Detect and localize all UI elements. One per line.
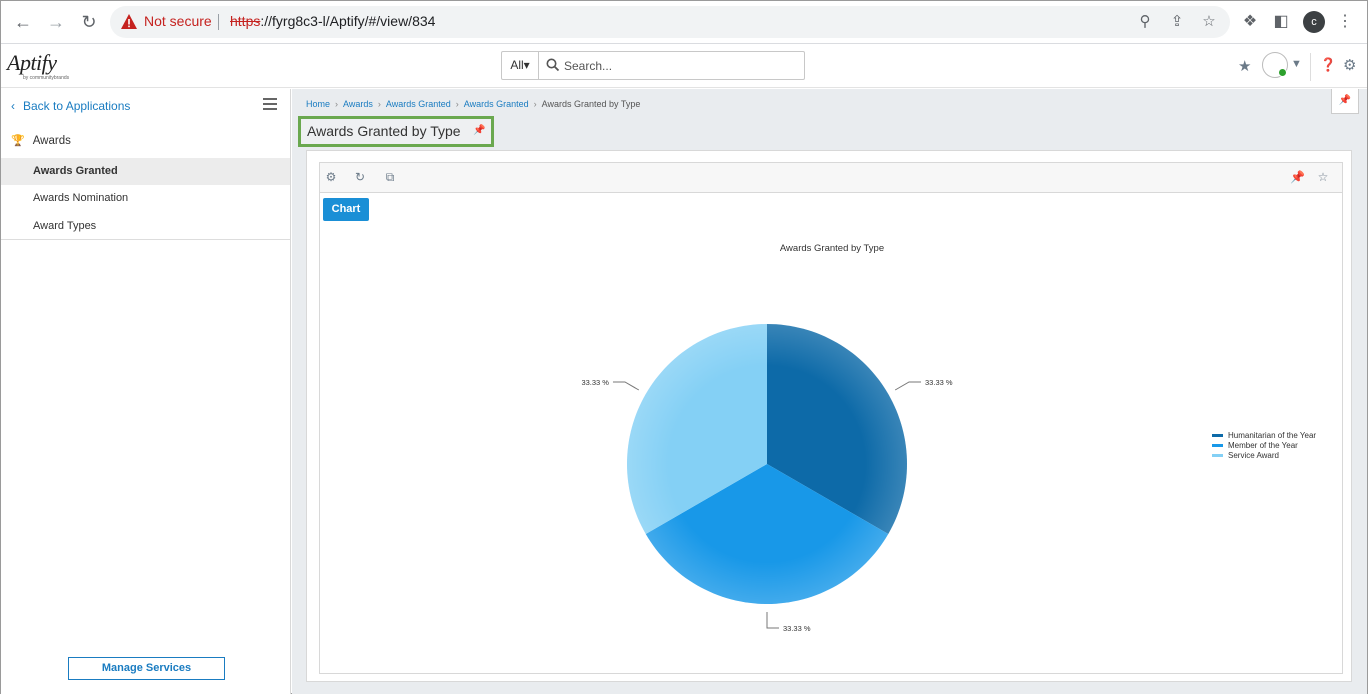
copy-icon[interactable]: ⧉	[383, 170, 397, 184]
pie-label-leader-0	[894, 381, 922, 391]
share-icon[interactable]: ⇪	[1167, 12, 1187, 32]
user-menu-chevron-icon[interactable]: ▼	[1291, 58, 1302, 70]
sidebar-item-award-types[interactable]: Award Types	[1, 213, 290, 240]
pie-data-label-0: 33.33 %	[925, 378, 953, 387]
search-icon	[546, 58, 560, 72]
sidebar-divider	[1, 239, 290, 240]
omnibox-divider	[218, 14, 219, 30]
search-input[interactable]	[564, 56, 794, 75]
breadcrumb-separator-icon: ›	[455, 99, 459, 109]
main-content: Home › Awards › Awards Granted › Awards Grante…	[292, 89, 1367, 694]
breadcrumb-home[interactable]: Home	[306, 99, 330, 109]
online-status-icon	[1278, 68, 1287, 77]
profile-avatar[interactable]: c	[1303, 11, 1325, 33]
zoom-icon[interactable]: ⚲	[1135, 12, 1155, 32]
legend-item-2[interactable]: Service Award	[1228, 451, 1279, 460]
toolbar-pin-icon[interactable]: 📌	[1290, 170, 1305, 184]
warning-icon	[121, 14, 137, 29]
legend-swatch-1	[1212, 444, 1223, 447]
url-text[interactable]: https://fyrg8c3-l/Aptify/#/view/834	[230, 13, 435, 29]
pie-chart: Awards Granted by Type 33.33 % 33.33 % 33.…	[581, 243, 1316, 633]
side-panel-icon[interactable]: ◧	[1270, 11, 1292, 33]
bookmark-star-icon[interactable]: ☆	[1199, 12, 1219, 32]
breadcrumb-awards-granted[interactable]: Awards Granted	[386, 99, 451, 109]
favorites-star-icon[interactable]: ★	[1238, 57, 1251, 75]
pin-view-icon[interactable]: 📌	[1331, 89, 1359, 114]
toolbar-star-icon[interactable]: ☆	[1316, 170, 1330, 184]
breadcrumb-awards[interactable]: Awards	[343, 99, 373, 109]
breadcrumb-awards-granted-2[interactable]: Awards Granted	[464, 99, 529, 109]
aptify-logo[interactable]: Aptify	[7, 50, 57, 76]
title-pin-icon[interactable]: 📌	[473, 125, 485, 136]
not-secure-label[interactable]: Not secure	[144, 13, 212, 29]
browser-toolbar: ← → ↻ Not secure https://fyrg8c3-l/Aptif…	[1, 1, 1367, 44]
sidebar-section-awards[interactable]: 🏆 Awards	[11, 134, 71, 147]
chart-container: ⚙ ↻ ⧉ 📌 ☆ Chart Awards Granted by Type 3…	[319, 162, 1343, 674]
chevron-left-icon: ‹	[11, 99, 15, 113]
trophy-icon: 🏆	[11, 135, 25, 147]
sidebar-item-awards-nomination[interactable]: Awards Nomination	[1, 185, 290, 212]
sidebar-section-label: Awards	[32, 135, 71, 147]
back-arrow-icon[interactable]: ←	[11, 10, 35, 34]
forward-arrow-icon[interactable]: →	[44, 10, 68, 34]
search-scope-dropdown[interactable]: All▾	[502, 52, 539, 79]
sidebar: ‹ Back to Applications 🏆 Awards Awards Gra…	[1, 89, 291, 694]
search-box: All▾	[501, 51, 805, 80]
pie-label-leader-2	[612, 381, 640, 391]
reload-icon[interactable]: ↻	[77, 10, 101, 34]
view-settings-gear-icon[interactable]: ⚙	[324, 170, 338, 184]
legend-swatch-0	[1212, 434, 1223, 437]
app-header: Aptify by communitybrands All▾ ★ ▼ ❓ ⚙	[1, 44, 1367, 88]
url-scheme: https	[230, 13, 261, 29]
pie-shading	[627, 324, 907, 604]
pie-data-label-2: 33.33 %	[581, 378, 609, 387]
view-toolbar: ⚙ ↻ ⧉ 📌 ☆	[320, 163, 1342, 193]
breadcrumb: Home › Awards › Awards Granted › Awards Grante…	[306, 99, 640, 109]
breadcrumb-separator-icon: ›	[533, 99, 537, 109]
help-icon[interactable]: ❓	[1320, 57, 1336, 73]
breadcrumb-separator-icon: ›	[377, 99, 381, 109]
hamburger-menu-icon[interactable]	[263, 98, 277, 110]
more-menu-icon[interactable]: ⋮	[1334, 11, 1356, 33]
breadcrumb-current: Awards Granted by Type	[541, 99, 641, 109]
extensions-icon[interactable]: ❖	[1239, 11, 1261, 33]
sidebar-item-awards-granted[interactable]: Awards Granted	[1, 158, 290, 185]
url-path: ://fyrg8c3-l/Aptify/#/view/834	[260, 13, 436, 29]
header-divider	[1310, 53, 1311, 81]
settings-gear-icon[interactable]: ⚙	[1343, 56, 1356, 74]
address-bar[interactable]: Not secure https://fyrg8c3-l/Aptify/#/vi…	[110, 6, 1230, 38]
refresh-icon[interactable]: ↻	[353, 170, 367, 184]
view-panel: ⚙ ↻ ⧉ 📌 ☆ Chart Awards Granted by Type 3…	[306, 150, 1352, 682]
page-title-box: Awards Granted by Type 📌	[298, 116, 494, 147]
logo-subtitle: by communitybrands	[23, 75, 70, 81]
legend-item-0[interactable]: Humanitarian of the Year	[1228, 431, 1316, 440]
tab-chart[interactable]: Chart	[323, 198, 369, 221]
pie-label-leader-1	[766, 612, 779, 629]
manage-services-button[interactable]: Manage Services	[68, 657, 225, 680]
chart-title: Awards Granted by Type	[780, 243, 884, 254]
legend-item-1[interactable]: Member of the Year	[1228, 441, 1298, 450]
legend-swatch-2	[1212, 454, 1223, 457]
back-to-applications-link[interactable]: ‹ Back to Applications	[11, 99, 130, 113]
breadcrumb-separator-icon: ›	[335, 99, 339, 109]
back-to-applications-label: Back to Applications	[23, 99, 131, 113]
page-title: Awards Granted by Type	[307, 123, 461, 139]
pie-data-label-1: 33.33 %	[783, 624, 811, 633]
